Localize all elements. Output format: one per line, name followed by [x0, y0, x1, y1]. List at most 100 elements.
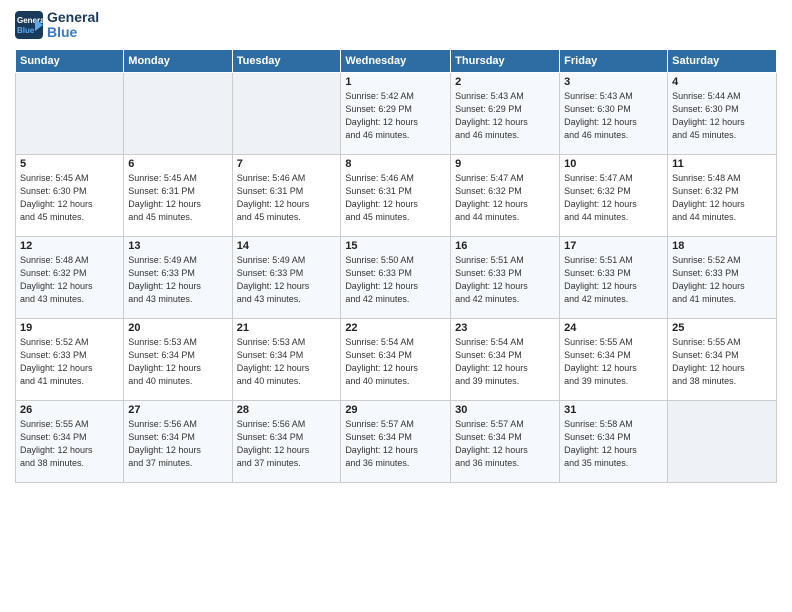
day-number: 14 [237, 240, 337, 252]
week-row-5: 26 Sunrise: 5:55 AM Sunset: 6:34 PM Dayli… [16, 400, 777, 482]
day-number: 24 [564, 322, 663, 334]
day-header-friday: Friday [560, 49, 668, 72]
day-info: Sunrise: 5:49 AM Sunset: 6:33 PM Dayligh… [237, 254, 337, 306]
day-number: 1 [345, 76, 446, 88]
calendar-cell: 11 Sunrise: 5:48 AM Sunset: 6:32 PM Dayli… [668, 154, 777, 236]
day-info: Sunrise: 5:45 AM Sunset: 6:30 PM Dayligh… [20, 172, 119, 224]
day-number: 7 [237, 158, 337, 170]
day-number: 13 [128, 240, 227, 252]
day-info: Sunrise: 5:54 AM Sunset: 6:34 PM Dayligh… [345, 336, 446, 388]
calendar-cell [668, 400, 777, 482]
day-number: 5 [20, 158, 119, 170]
day-number: 10 [564, 158, 663, 170]
calendar-cell: 21Sunrise: 5:53 AM Sunset: 6:34 PM Dayli… [232, 318, 341, 400]
day-number: 11 [672, 158, 772, 170]
day-number: 12 [20, 240, 119, 252]
day-info: Sunrise: 5:48 AM Sunset: 6:32 PM Dayligh… [672, 172, 772, 224]
day-info: Sunrise: 5:42 AM Sunset: 6:29 PM Dayligh… [345, 90, 446, 142]
day-number: 8 [345, 158, 446, 170]
day-info: Sunrise: 5:56 AM Sunset: 6:34 PM Dayligh… [237, 418, 337, 470]
day-header-wednesday: Wednesday [341, 49, 451, 72]
calendar-cell: 7 Sunrise: 5:46 AM Sunset: 6:31 PM Daylig… [232, 154, 341, 236]
day-number: 30 [455, 404, 555, 416]
day-number: 4 [672, 76, 772, 88]
day-info: Sunrise: 5:55 AM Sunset: 6:34 PM Dayligh… [564, 336, 663, 388]
week-row-3: 12Sunrise: 5:48 AM Sunset: 6:32 PM Dayli… [16, 236, 777, 318]
calendar-cell: 22 Sunrise: 5:54 AM Sunset: 6:34 PM Dayli… [341, 318, 451, 400]
day-info: Sunrise: 5:56 AM Sunset: 6:34 PM Dayligh… [128, 418, 227, 470]
calendar-cell: 27 Sunrise: 5:56 AM Sunset: 6:34 PM Dayli… [124, 400, 232, 482]
day-header-thursday: Thursday [451, 49, 560, 72]
week-row-1: 1 Sunrise: 5:42 AM Sunset: 6:29 PM Daylig… [16, 72, 777, 154]
calendar-cell: 5 Sunrise: 5:45 AM Sunset: 6:30 PM Daylig… [16, 154, 124, 236]
day-info: Sunrise: 5:51 AM Sunset: 6:33 PM Dayligh… [564, 254, 663, 306]
logo-text-blue: Blue [47, 25, 99, 40]
svg-text:Blue: Blue [17, 26, 35, 35]
day-number: 16 [455, 240, 555, 252]
day-info: Sunrise: 5:49 AM Sunset: 6:33 PM Dayligh… [128, 254, 227, 306]
day-header-monday: Monday [124, 49, 232, 72]
calendar-cell: 25Sunrise: 5:55 AM Sunset: 6:34 PM Dayli… [668, 318, 777, 400]
day-number: 26 [20, 404, 119, 416]
day-number: 20 [128, 322, 227, 334]
logo-text-general: General [47, 10, 99, 25]
calendar-cell: 1 Sunrise: 5:42 AM Sunset: 6:29 PM Daylig… [341, 72, 451, 154]
day-info: Sunrise: 5:46 AM Sunset: 6:31 PM Dayligh… [345, 172, 446, 224]
calendar-cell [16, 72, 124, 154]
day-number: 18 [672, 240, 772, 252]
calendar-cell: 12Sunrise: 5:48 AM Sunset: 6:32 PM Dayli… [16, 236, 124, 318]
day-info: Sunrise: 5:43 AM Sunset: 6:30 PM Dayligh… [564, 90, 663, 142]
calendar-cell [124, 72, 232, 154]
calendar-cell: 31 Sunrise: 5:58 AM Sunset: 6:34 PM Dayli… [560, 400, 668, 482]
calendar-cell: 28 Sunrise: 5:56 AM Sunset: 6:34 PM Dayli… [232, 400, 341, 482]
calendar-cell: 17 Sunrise: 5:51 AM Sunset: 6:33 PM Dayli… [560, 236, 668, 318]
page: General Blue General Blue SundayMondayTu… [0, 0, 792, 612]
day-info: Sunrise: 5:43 AM Sunset: 6:29 PM Dayligh… [455, 90, 555, 142]
calendar-cell: 14 Sunrise: 5:49 AM Sunset: 6:33 PM Dayli… [232, 236, 341, 318]
day-number: 25 [672, 322, 772, 334]
day-info: Sunrise: 5:54 AM Sunset: 6:34 PM Dayligh… [455, 336, 555, 388]
day-number: 22 [345, 322, 446, 334]
day-number: 27 [128, 404, 227, 416]
day-info: Sunrise: 5:53 AM Sunset: 6:34 PM Dayligh… [128, 336, 227, 388]
calendar-cell: 3 Sunrise: 5:43 AM Sunset: 6:30 PM Daylig… [560, 72, 668, 154]
day-number: 2 [455, 76, 555, 88]
day-info: Sunrise: 5:58 AM Sunset: 6:34 PM Dayligh… [564, 418, 663, 470]
calendar-cell: 29Sunrise: 5:57 AM Sunset: 6:34 PM Dayli… [341, 400, 451, 482]
day-number: 17 [564, 240, 663, 252]
calendar-cell: 16Sunrise: 5:51 AM Sunset: 6:33 PM Dayli… [451, 236, 560, 318]
day-info: Sunrise: 5:45 AM Sunset: 6:31 PM Dayligh… [128, 172, 227, 224]
calendar-cell: 4 Sunrise: 5:44 AM Sunset: 6:30 PM Daylig… [668, 72, 777, 154]
calendar-cell: 13 Sunrise: 5:49 AM Sunset: 6:33 PM Dayli… [124, 236, 232, 318]
day-info: Sunrise: 5:46 AM Sunset: 6:31 PM Dayligh… [237, 172, 337, 224]
day-number: 23 [455, 322, 555, 334]
day-number: 21 [237, 322, 337, 334]
calendar-cell: 9Sunrise: 5:47 AM Sunset: 6:32 PM Daylig… [451, 154, 560, 236]
day-info: Sunrise: 5:50 AM Sunset: 6:33 PM Dayligh… [345, 254, 446, 306]
day-info: Sunrise: 5:44 AM Sunset: 6:30 PM Dayligh… [672, 90, 772, 142]
day-info: Sunrise: 5:52 AM Sunset: 6:33 PM Dayligh… [672, 254, 772, 306]
day-info: Sunrise: 5:55 AM Sunset: 6:34 PM Dayligh… [20, 418, 119, 470]
day-number: 3 [564, 76, 663, 88]
day-number: 9 [455, 158, 555, 170]
header: General Blue General Blue [15, 10, 777, 41]
day-info: Sunrise: 5:57 AM Sunset: 6:34 PM Dayligh… [345, 418, 446, 470]
calendar-cell: 23 Sunrise: 5:54 AM Sunset: 6:34 PM Dayli… [451, 318, 560, 400]
calendar-cell: 6 Sunrise: 5:45 AM Sunset: 6:31 PM Daylig… [124, 154, 232, 236]
day-number: 28 [237, 404, 337, 416]
calendar-cell: 2 Sunrise: 5:43 AM Sunset: 6:29 PM Daylig… [451, 72, 560, 154]
day-number: 6 [128, 158, 227, 170]
day-info: Sunrise: 5:57 AM Sunset: 6:34 PM Dayligh… [455, 418, 555, 470]
calendar-cell: 19Sunrise: 5:52 AM Sunset: 6:33 PM Dayli… [16, 318, 124, 400]
day-number: 31 [564, 404, 663, 416]
calendar-cell [232, 72, 341, 154]
calendar-cell: 20 Sunrise: 5:53 AM Sunset: 6:34 PM Dayli… [124, 318, 232, 400]
calendar-cell: 30 Sunrise: 5:57 AM Sunset: 6:34 PM Dayli… [451, 400, 560, 482]
day-header-saturday: Saturday [668, 49, 777, 72]
days-header-row: SundayMondayTuesdayWednesdayThursdayFrid… [16, 49, 777, 72]
calendar-cell: 15Sunrise: 5:50 AM Sunset: 6:33 PM Dayli… [341, 236, 451, 318]
week-row-2: 5 Sunrise: 5:45 AM Sunset: 6:30 PM Daylig… [16, 154, 777, 236]
logo-icon: General Blue [15, 11, 43, 39]
calendar-cell: 10Sunrise: 5:47 AM Sunset: 6:32 PM Dayli… [560, 154, 668, 236]
day-info: Sunrise: 5:52 AM Sunset: 6:33 PM Dayligh… [20, 336, 119, 388]
